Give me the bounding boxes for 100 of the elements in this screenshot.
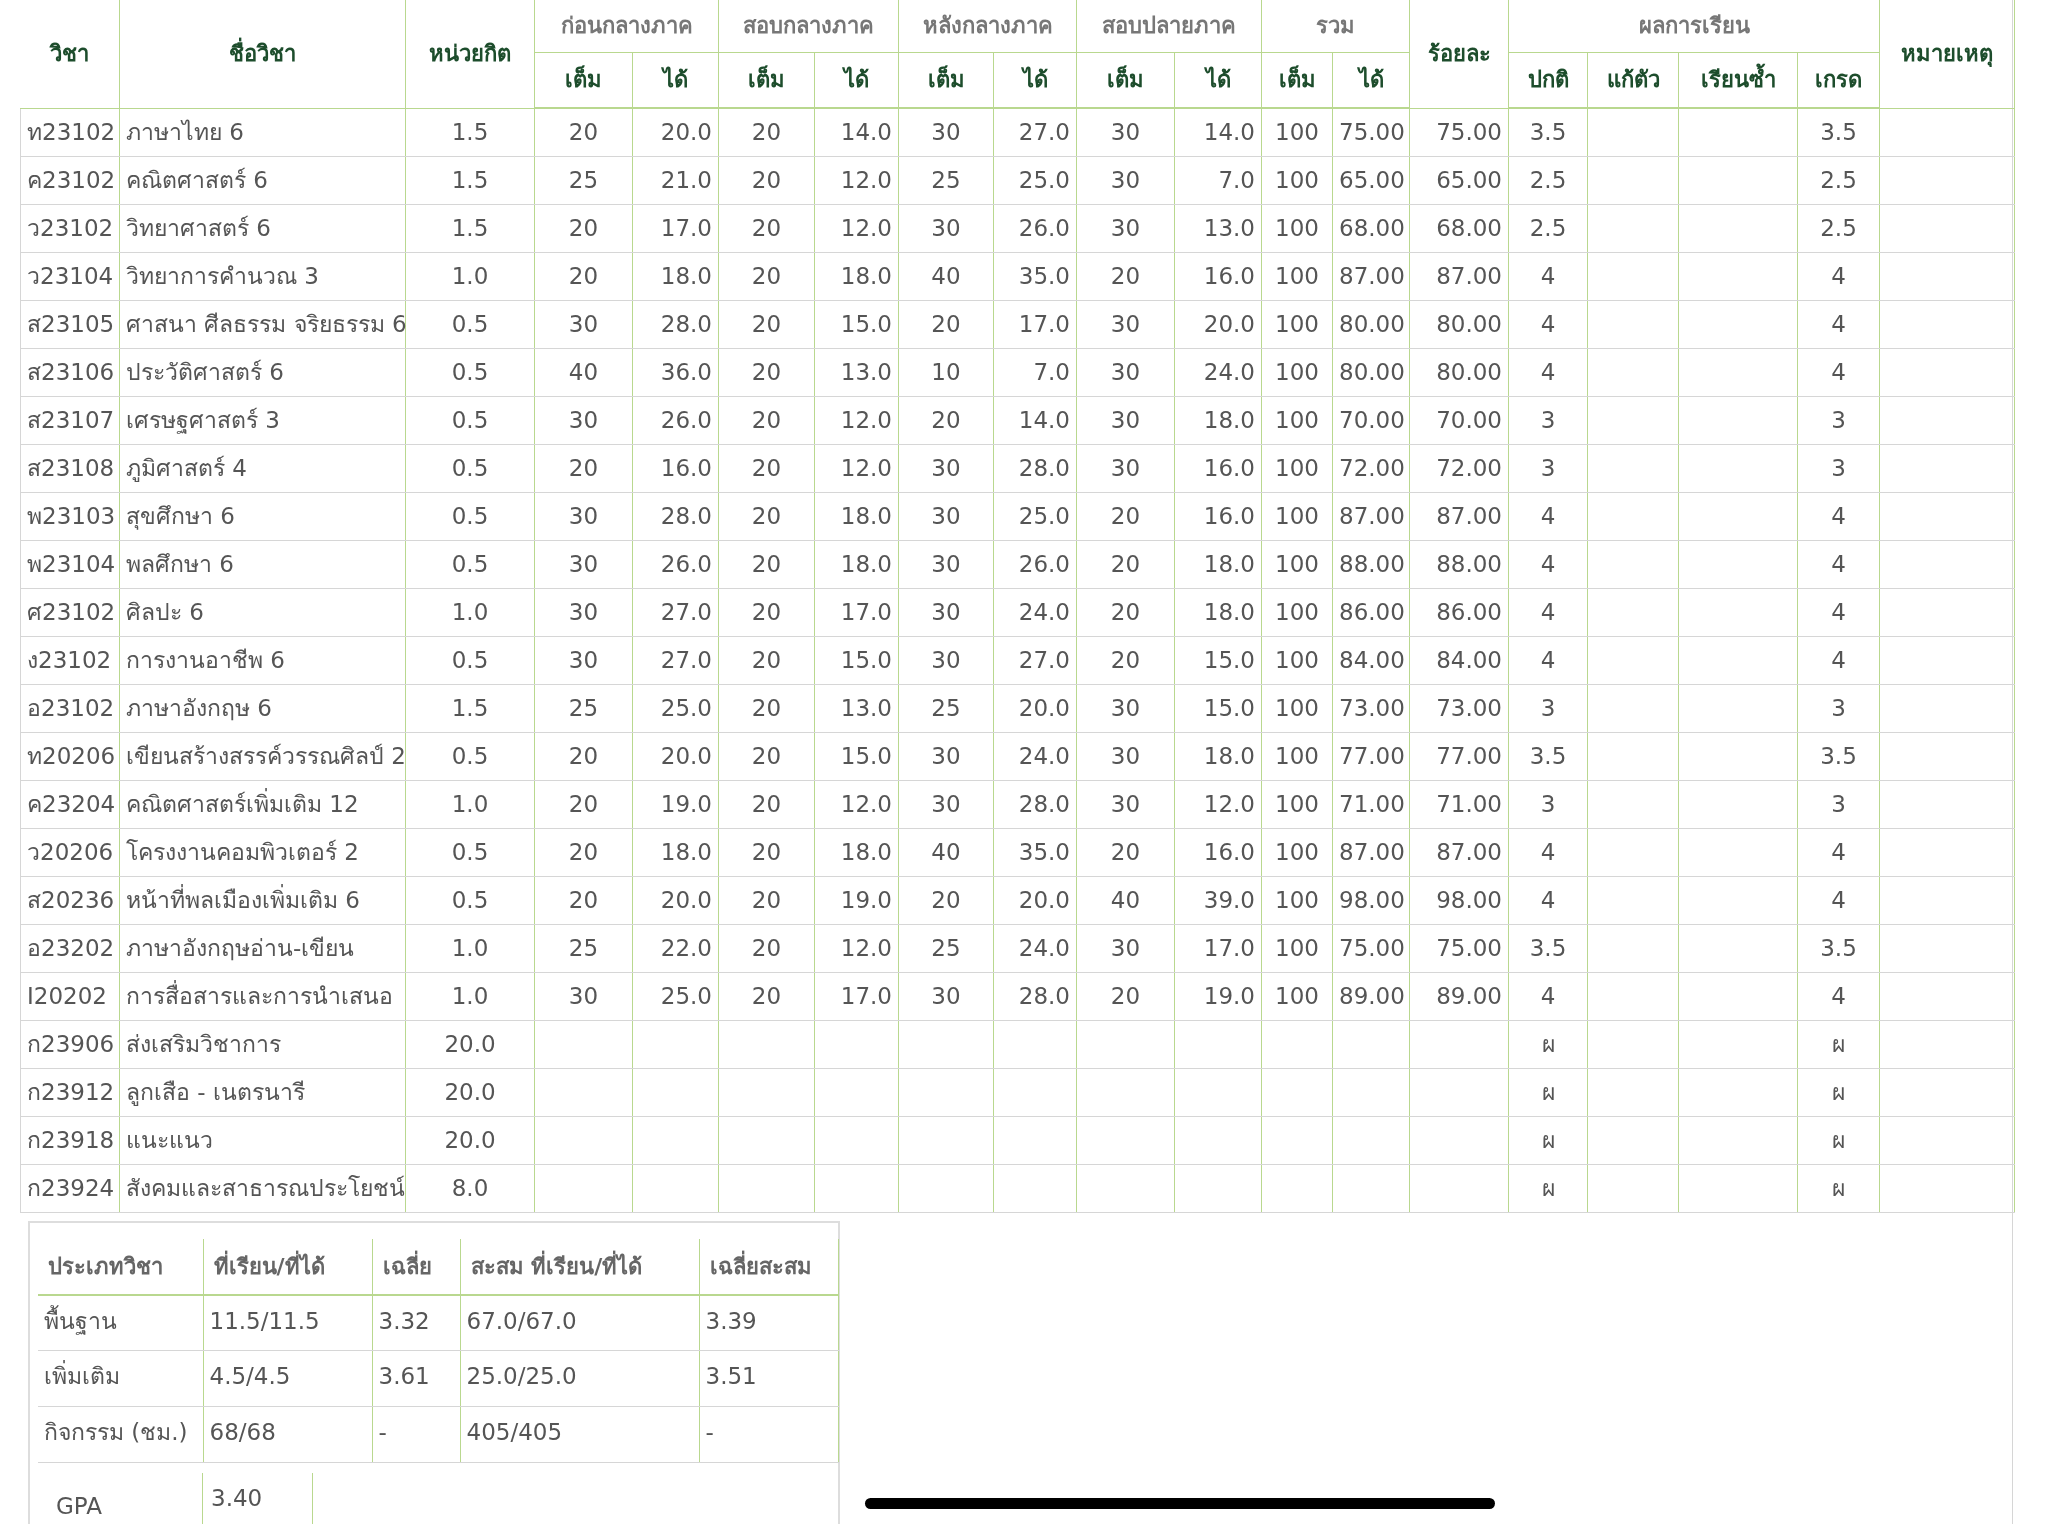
table-cell: 100 [1261, 876, 1333, 924]
table-cell: 3 [1797, 444, 1880, 492]
table-cell: 20 [718, 492, 815, 540]
table-cell: ศิลปะ 6 [119, 588, 406, 636]
table-cell: 20.0 [405, 1116, 535, 1164]
table-cell: 20 [718, 108, 815, 156]
table-cell: 4 [1508, 252, 1588, 300]
table-cell: 20 [898, 396, 994, 444]
table-cell: 35.0 [993, 828, 1077, 876]
table-cell: 20.0 [1174, 300, 1262, 348]
table-cell: เขียนสร้างสรรค์วรรณศิลป์ 2 [119, 732, 406, 780]
table-cell: 87.00 [1332, 252, 1410, 300]
table-cell: 25.0 [632, 684, 719, 732]
table-cell: 18.0 [1174, 732, 1262, 780]
table-cell: 84.00 [1409, 636, 1509, 684]
table-cell: 18.0 [1174, 540, 1262, 588]
table-cell: 100 [1261, 444, 1333, 492]
table-cell: 4 [1797, 972, 1880, 1020]
table-cell: 20 [718, 876, 815, 924]
table-cell: 35.0 [993, 252, 1077, 300]
table-cell: ท20206 [20, 732, 120, 780]
table-cell: 77.00 [1332, 732, 1410, 780]
table-cell: 100 [1261, 588, 1333, 636]
table-cell: 11.5/11.5 [203, 1294, 372, 1351]
table-cell: 24.0 [993, 588, 1077, 636]
table-cell: อ23202 [20, 924, 120, 972]
table-cell: 30 [534, 972, 633, 1020]
table-cell: 15.0 [814, 636, 899, 684]
table-cell: 3.5 [1797, 924, 1880, 972]
table-cell: 26.0 [993, 540, 1077, 588]
table-cell: 0.5 [405, 876, 535, 924]
table-cell: 4 [1797, 348, 1880, 396]
table-cell: 30 [898, 972, 994, 1020]
table-cell: 65.00 [1409, 156, 1509, 204]
table-cell: ว23104 [20, 252, 120, 300]
table-cell: 20 [534, 444, 633, 492]
table-cell: 3.40 [203, 1473, 313, 1524]
table-cell: 14.0 [993, 396, 1077, 444]
table-cell: 14.0 [1174, 108, 1262, 156]
table-cell: 3 [1508, 780, 1588, 828]
column-header: หมายเหตุ [1879, 0, 2015, 108]
table-cell: 25.0 [993, 492, 1077, 540]
table-cell: 80.00 [1332, 300, 1410, 348]
table-cell: 3.5 [1508, 924, 1588, 972]
table-cell: 15.0 [1174, 636, 1262, 684]
column-header: ผลการเรียน [1508, 0, 1880, 52]
table-cell: 18.0 [1174, 588, 1262, 636]
table-cell: 18.0 [814, 252, 899, 300]
table-cell: 75.00 [1332, 924, 1410, 972]
table-cell: - [372, 1406, 460, 1463]
table-cell: ก23924 [20, 1164, 120, 1212]
table-cell: - [699, 1406, 838, 1463]
table-cell: 19.0 [632, 780, 719, 828]
table-cell: 100 [1261, 204, 1333, 252]
table-cell: ค23204 [20, 780, 120, 828]
table-cell: 19.0 [1174, 972, 1262, 1020]
table-cell: 1.5 [405, 684, 535, 732]
table-cell: ผ [1797, 1068, 1880, 1116]
column-header: เฉลี่ย [372, 1238, 460, 1295]
table-cell: 3.61 [372, 1350, 460, 1407]
table-cell: สังคมและสาธารณประโยชน์ [119, 1164, 406, 1212]
table-cell: 15.0 [814, 300, 899, 348]
table-cell: 4 [1508, 348, 1588, 396]
column-header: วิชา [20, 0, 120, 108]
table-cell: 100 [1261, 780, 1333, 828]
table-cell: 30 [898, 108, 994, 156]
table-cell: 0.5 [405, 732, 535, 780]
table-cell: 68/68 [203, 1406, 372, 1463]
table-cell: ว23102 [20, 204, 120, 252]
table-cell: ส23106 [20, 348, 120, 396]
table-cell: I20202 [20, 972, 120, 1020]
table-cell: เศรษฐศาสตร์ 3 [119, 396, 406, 444]
table-cell: 4 [1797, 828, 1880, 876]
table-cell: 87.00 [1409, 492, 1509, 540]
table-cell: ผ [1797, 1116, 1880, 1164]
table-cell: 13.0 [1174, 204, 1262, 252]
table-cell: 17.0 [632, 204, 719, 252]
column-header: สอบกลางภาค [718, 0, 899, 52]
table-cell: 16.0 [1174, 252, 1262, 300]
column-header: หน่วยกิต [405, 0, 535, 108]
table-cell: 21.0 [632, 156, 719, 204]
column-header: ก่อนกลางภาค [534, 0, 719, 52]
table-cell: 10 [898, 348, 994, 396]
table-cell: 87.00 [1332, 828, 1410, 876]
table-cell: 19.0 [814, 876, 899, 924]
table-cell: 20.0 [993, 684, 1077, 732]
table-cell: 16.0 [1174, 444, 1262, 492]
table-cell: 30 [898, 444, 994, 492]
table-cell: ผ [1508, 1068, 1588, 1116]
table-cell: ลูกเสือ - เนตรนารี [119, 1068, 406, 1116]
column-header: แก้ตัว [1587, 52, 1679, 108]
table-cell: 3.5 [1797, 108, 1880, 156]
table-cell: 3.32 [372, 1294, 460, 1351]
table-cell: 100 [1261, 924, 1333, 972]
table-cell: 30 [534, 540, 633, 588]
table-cell: 80.00 [1409, 300, 1509, 348]
table-cell: 0.5 [405, 396, 535, 444]
table-cell: 27.0 [632, 636, 719, 684]
table-cell: 12.0 [814, 780, 899, 828]
table-cell: 70.00 [1409, 396, 1509, 444]
